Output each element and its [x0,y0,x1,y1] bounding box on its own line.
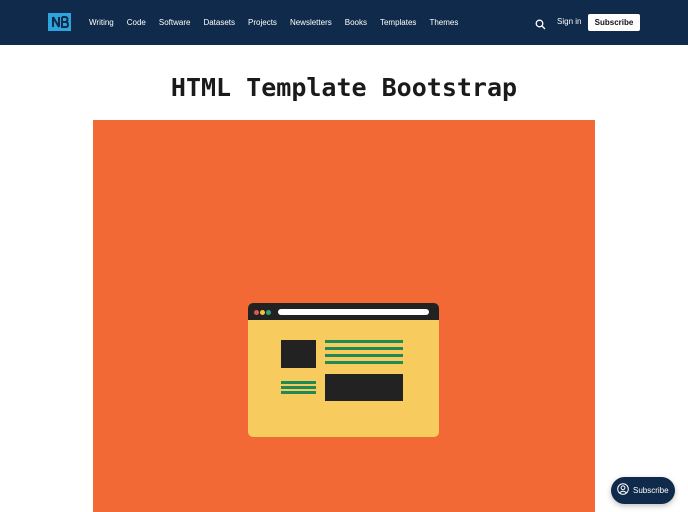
nav-item-writing[interactable]: Writing [89,18,114,27]
text-line [281,381,316,384]
text-line [325,347,403,350]
main-nav: Writing Code Software Datasets Projects … [89,0,471,45]
site-logo-icon[interactable] [48,13,71,31]
nav-item-newsletters[interactable]: Newsletters [290,18,332,27]
text-line [281,386,316,389]
nav-item-projects[interactable]: Projects [248,18,277,27]
site-header: Writing Code Software Datasets Projects … [0,0,688,45]
text-line [325,340,403,343]
user-circle-icon [617,482,629,500]
browser-window-illustration [248,303,439,437]
yellow-dot-icon [260,310,265,315]
subscribe-button[interactable]: Subscribe [588,14,640,31]
nav-item-templates[interactable]: Templates [380,18,416,27]
red-dot-icon [254,310,259,315]
hero-image [93,120,595,512]
url-bar [278,309,429,315]
nav-item-software[interactable]: Software [159,18,191,27]
image-placeholder [281,340,316,368]
nav-item-datasets[interactable]: Datasets [203,18,235,27]
nav-item-books[interactable]: Books [345,18,367,27]
sign-in-link[interactable]: Sign in [557,17,581,26]
floating-subscribe-button[interactable]: Subscribe [611,477,675,504]
text-line [281,391,316,394]
text-line [325,361,403,364]
text-line [325,354,403,357]
search-icon[interactable] [535,17,546,30]
green-dot-icon [266,310,271,315]
browser-title-bar [248,303,439,320]
floating-subscribe-label: Subscribe [633,486,669,495]
nav-item-code[interactable]: Code [127,18,146,27]
page-title: HTML Template Bootstrap [170,73,518,102]
content-block [325,374,403,401]
nav-item-themes[interactable]: Themes [429,18,458,27]
